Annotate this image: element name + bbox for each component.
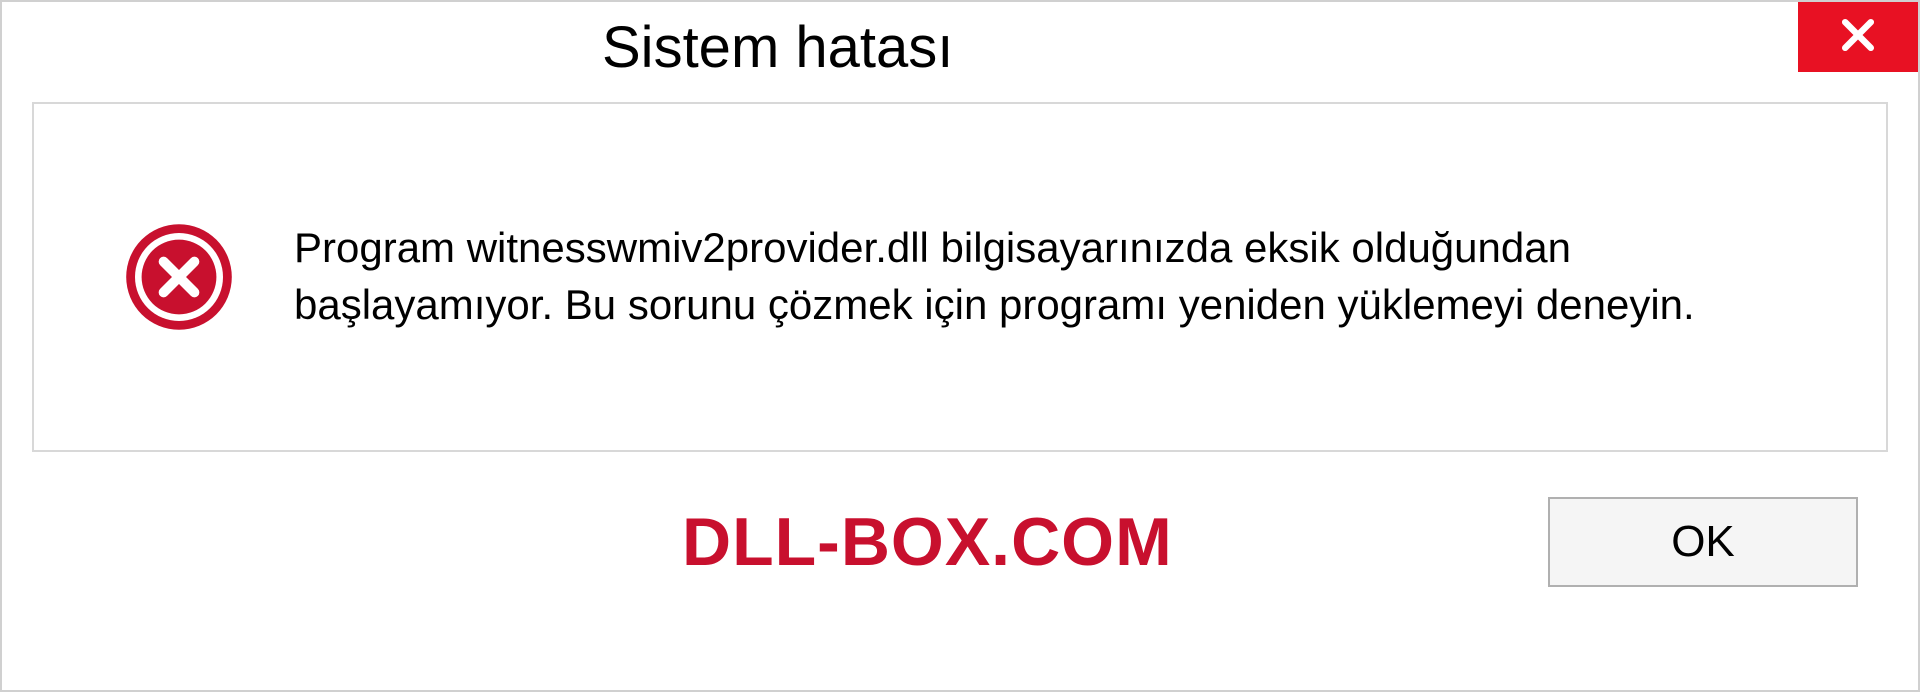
dialog-title: Sistem hatası — [602, 14, 953, 81]
content-area: Program witnesswmiv2provider.dll bilgisa… — [32, 102, 1888, 452]
close-button[interactable] — [1798, 2, 1918, 72]
footer: DLL-BOX.COM OK — [2, 452, 1918, 632]
titlebar: Sistem hatası — [2, 2, 1918, 92]
watermark-text: DLL-BOX.COM — [682, 503, 1173, 581]
ok-button[interactable]: OK — [1548, 497, 1858, 587]
close-icon — [1836, 13, 1880, 62]
error-icon — [124, 222, 234, 332]
error-dialog: Sistem hatası Program witnesswmiv2provid… — [0, 0, 1920, 692]
error-message: Program witnesswmiv2provider.dll bilgisa… — [294, 220, 1826, 333]
